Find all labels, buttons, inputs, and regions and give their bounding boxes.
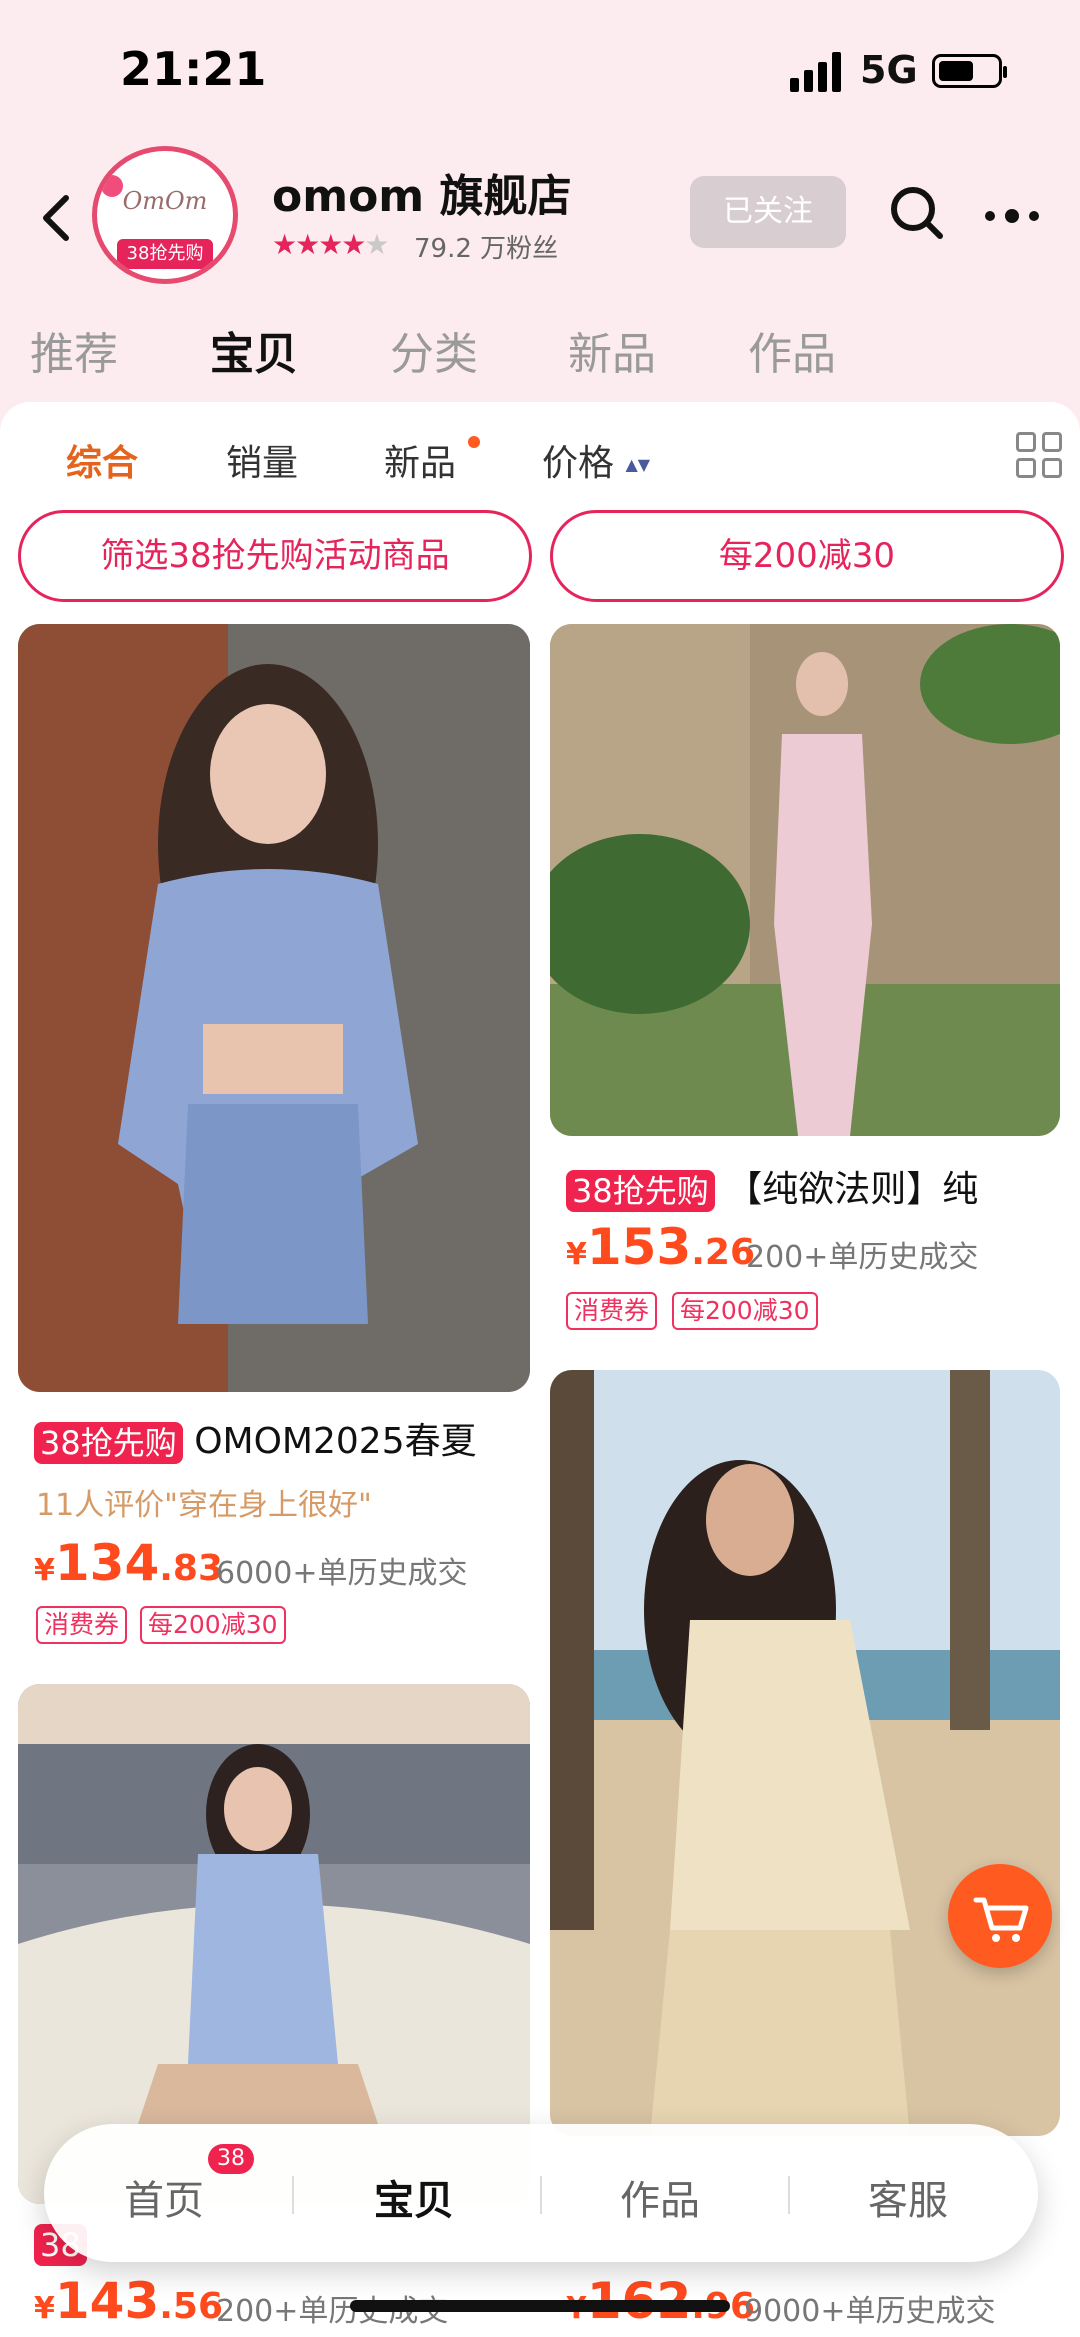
product-price-3: ¥143.56 (34, 2272, 223, 2330)
status-time: 21:21 (120, 42, 267, 96)
product-sold-4: 9000+单历史成交 (744, 2294, 996, 2329)
product-photo-2 (550, 624, 1060, 1136)
product-sold-2: 200+单历史成交 (746, 1240, 979, 1275)
product-photo-1 (18, 624, 530, 1392)
sort-new[interactable]: 新品 (384, 434, 456, 486)
search-icon[interactable] (888, 184, 946, 242)
new-dot-indicator (468, 436, 480, 448)
promo-tag-2: 38抢先购 (566, 1170, 715, 1212)
price-symbol: ¥ (34, 1553, 55, 1588)
price-decimal: .56 (159, 2286, 224, 2327)
product-review-1: 11人评价"穿在身上很好" (36, 1488, 372, 1523)
price-decimal: .83 (159, 1548, 224, 1589)
signal-icon (790, 52, 846, 92)
promo-tag-1: 38抢先购 (34, 1422, 183, 1464)
battery-icon (932, 54, 1007, 88)
rating-stars: ★★★★★ (272, 228, 390, 261)
nav-home-badge: 38 (208, 2144, 254, 2174)
more-icon[interactable] (982, 196, 1042, 236)
product-image-2[interactable] (550, 624, 1060, 1136)
nav-service[interactable]: 客服 (868, 2168, 948, 2226)
price-integer: 134 (54, 1534, 160, 1592)
fans-count: 79.2 万粉丝 (414, 234, 559, 264)
product-photo-4 (550, 1370, 1060, 2136)
star-icons-empty: ★ (364, 228, 389, 261)
nav-divider (788, 2176, 790, 2214)
shop-logo-badge: 38抢先购 (117, 239, 213, 269)
sort-sales[interactable]: 销量 (226, 434, 298, 486)
status-bar: 21:21 5G (0, 0, 1080, 140)
coupon-badge: 消费券 (36, 1606, 128, 1644)
price-integer: 153 (586, 1218, 692, 1276)
product-image-1[interactable] (18, 624, 530, 1392)
back-icon[interactable] (28, 188, 88, 248)
nav-works[interactable]: 作品 (620, 2168, 700, 2226)
product-title-2[interactable]: 38抢先购 【纯欲法则】纯 (566, 1160, 1060, 1212)
shop-logo-text: OmOm (122, 187, 208, 215)
star-icons: ★★★★ (272, 228, 366, 261)
coupon-badge: 消费券 (566, 1292, 658, 1330)
cart-button[interactable] (948, 1864, 1052, 1968)
price-sort-arrow-icon: ▲▼ (625, 455, 651, 474)
tab-works[interactable]: 作品 (748, 318, 836, 382)
filter-discount-button[interactable]: 每200减30 (550, 510, 1064, 602)
product-title-text-1: OMOM2025春夏 (194, 1421, 477, 1462)
product-image-4[interactable] (550, 1370, 1060, 2136)
sort-price[interactable]: 价格 ▲▼ (542, 434, 651, 486)
shop-tabs: 推荐 宝贝 分类 新品 作品 (0, 318, 1080, 388)
price-integer: 143 (54, 2272, 160, 2330)
product-price-1: ¥134.83 (34, 1534, 223, 1592)
coupon-badge: 每200减30 (672, 1292, 818, 1330)
tab-new[interactable]: 新品 (568, 318, 656, 382)
price-symbol: ¥ (34, 2291, 55, 2326)
sort-price-label: 价格 (542, 443, 615, 484)
product-title-1[interactable]: 38抢先购 OMOM2025春夏 (34, 1412, 524, 1464)
price-symbol: ¥ (566, 1237, 587, 1272)
sort-comprehensive[interactable]: 综合 (66, 434, 138, 486)
product-price-2: ¥153.26 (566, 1218, 755, 1276)
shop-logo[interactable]: OmOm 38抢先购 (92, 146, 238, 284)
follow-button[interactable]: 已关注 (690, 176, 846, 248)
tab-recommend[interactable]: 推荐 (30, 318, 118, 382)
nav-divider (540, 2176, 542, 2214)
product-title-text-2: 【纯欲法则】纯 (726, 1169, 979, 1210)
network-label: 5G (860, 48, 918, 92)
shop-name: omom 旗舰店 (272, 171, 572, 222)
tab-products[interactable]: 宝贝 (210, 318, 298, 382)
filter-38-promo-button[interactable]: 筛选38抢先购活动商品 (18, 510, 532, 602)
nav-products[interactable]: 宝贝 (374, 2168, 454, 2226)
product-sold-1: 6000+单历史成交 (216, 1556, 468, 1591)
nav-divider (292, 2176, 294, 2214)
tab-categories[interactable]: 分类 (390, 318, 478, 382)
nav-home[interactable]: 首页 (124, 2168, 204, 2226)
cart-icon (973, 1897, 1029, 1942)
bottom-nav: 首页 38 宝贝 作品 客服 (44, 2124, 1038, 2262)
home-indicator[interactable] (350, 2300, 730, 2312)
coupon-badge: 每200减30 (140, 1606, 286, 1644)
grid-view-icon[interactable] (1016, 432, 1064, 480)
